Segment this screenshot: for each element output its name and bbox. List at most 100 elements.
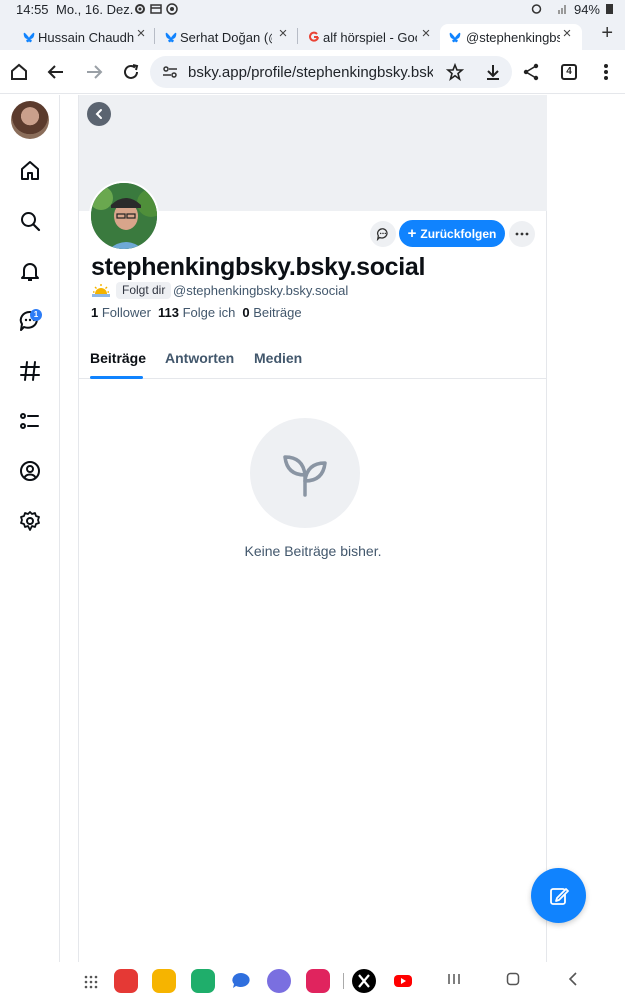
follow-back-button[interactable]: + Zurückfolgen (399, 220, 505, 247)
share-button[interactable] (520, 61, 542, 83)
browser-tab[interactable]: Hussain Chaudha × (20, 24, 148, 50)
close-icon[interactable]: × (134, 26, 148, 41)
chat-unread-badge: 1 (30, 309, 42, 321)
reload-button[interactable] (120, 61, 142, 83)
notes-app-icon[interactable] (114, 969, 138, 993)
window-icon (150, 3, 162, 15)
posts-stat: 0 Beiträge (242, 305, 301, 320)
tab-separator (154, 28, 155, 44)
alarm-icon (531, 2, 542, 17)
messages-app-icon[interactable] (229, 969, 253, 993)
system-back-button[interactable] (566, 972, 580, 991)
forward-button[interactable] (83, 61, 105, 83)
empty-state-text: Keine Beiträge bisher. (244, 543, 382, 559)
tab-replies[interactable]: Antworten (165, 350, 234, 366)
new-tab-button[interactable]: + (601, 22, 613, 45)
internet-app-icon[interactable] (267, 969, 291, 993)
status-bar: 14:55 Mo., 16. Dez. 94% (0, 0, 625, 20)
x-app-icon[interactable] (352, 969, 376, 993)
profile-tabs: Beiträge Antworten Medien (79, 335, 547, 379)
phone-app-icon[interactable] (191, 969, 215, 993)
bluesky-icon (448, 30, 462, 44)
followers-label: Follower (101, 305, 151, 320)
tab-posts[interactable]: Beiträge (90, 350, 146, 366)
close-icon[interactable]: × (419, 26, 433, 41)
empty-state-illustration (250, 418, 360, 528)
more-options-button[interactable] (509, 221, 535, 247)
tab-separator (297, 28, 298, 44)
sprout-icon (283, 455, 327, 497)
site-info-icon[interactable] (162, 65, 178, 79)
bluesky-icon (22, 30, 36, 44)
compose-button[interactable] (531, 868, 586, 923)
settings-gear-icon[interactable] (18, 509, 42, 533)
profile-handle: @stephenkingbsky.bsky.social (173, 283, 349, 298)
my-avatar[interactable] (11, 101, 49, 139)
google-icon (307, 30, 321, 44)
url-bar[interactable]: bsky.app/profile/stephenkingbsky.bsky.s (150, 56, 512, 88)
browser-tab-label: alf hörspiel - Goo (323, 29, 417, 45)
posts-count: 0 (242, 305, 250, 320)
bookmark-star-icon[interactable] (445, 62, 465, 86)
close-icon[interactable]: × (276, 26, 290, 41)
browser-tab-active[interactable]: @stephenkingbsk × (440, 24, 582, 50)
bell-icon[interactable] (18, 259, 42, 283)
more-vertical-icon (604, 64, 608, 80)
app-grid-icon[interactable] (84, 975, 98, 989)
profile-icon[interactable] (18, 459, 42, 483)
home-button[interactable] (8, 61, 30, 83)
profile-main: + Zurückfolgen stephenkingbsky.bsky.soci… (78, 95, 547, 965)
back-button[interactable] (87, 102, 111, 126)
browser-tab[interactable]: Serhat Doğan (@ × (162, 24, 290, 50)
browser-tab-label: Hussain Chaudha (38, 29, 134, 45)
hashtag-icon[interactable] (18, 359, 42, 383)
following-count: 113 (157, 305, 179, 320)
following-stat[interactable]: 113 Folge ich (158, 305, 235, 320)
arrow-right-icon (87, 65, 103, 79)
arrow-left-icon (47, 65, 63, 79)
message-button[interactable] (370, 221, 396, 247)
followers-stat[interactable]: 1 Follower (91, 305, 151, 320)
tab-switcher-button[interactable]: 4 (561, 64, 577, 80)
dock-separator (343, 973, 344, 989)
plus-icon: + (407, 224, 417, 242)
battery-text: 94% (573, 2, 600, 17)
follow-back-label: Zurückfolgen (420, 226, 497, 241)
list-icon[interactable] (18, 409, 42, 433)
more-horizontal-icon (515, 232, 529, 236)
system-home-button[interactable] (506, 972, 520, 991)
posts-label: Beiträge (253, 305, 302, 320)
battery-icon (606, 2, 613, 17)
browser-tab-strip: Hussain Chaudha × Serhat Doğan (@ × alf … (0, 20, 625, 50)
share-icon (523, 63, 539, 81)
files-app-icon[interactable] (152, 969, 176, 993)
bluesky-icon (164, 30, 178, 44)
close-icon[interactable]: × (560, 26, 574, 41)
tab-media[interactable]: Medien (254, 350, 302, 366)
gallery-app-icon[interactable] (306, 969, 330, 993)
follows-you-tag: Folgt dir (116, 282, 172, 299)
youtube-app-icon[interactable] (391, 969, 415, 993)
profile-avatar[interactable] (89, 181, 159, 251)
url-text[interactable]: bsky.app/profile/stephenkingbsky.bsky.s (188, 64, 433, 81)
profile-stats: 1 Follower 113 Folge ich 0 Beiträge (91, 305, 302, 320)
recents-button[interactable] (447, 972, 461, 991)
active-tab-indicator (90, 376, 143, 379)
browser-tab-label: Serhat Doğan (@ (180, 29, 272, 45)
sunrise-emoji-icon (92, 284, 110, 297)
download-icon[interactable] (484, 63, 502, 86)
browser-menu-button[interactable] (595, 61, 617, 83)
chat-bubble-icon (376, 228, 388, 241)
app-sidebar: 1 (0, 95, 60, 965)
search-icon[interactable] (18, 209, 42, 233)
reload-icon (124, 64, 139, 79)
status-date: Mo., 16. Dez. (56, 2, 134, 17)
followers-count: 1 (91, 305, 99, 320)
back-button[interactable] (45, 61, 67, 83)
status-notification-icons (134, 3, 178, 15)
status-right-icons: 94% (531, 2, 613, 17)
signal-icon (548, 2, 568, 17)
status-time: 14:55 (16, 2, 49, 17)
browser-tab[interactable]: alf hörspiel - Goo × (305, 24, 433, 50)
home-icon[interactable] (18, 159, 42, 183)
